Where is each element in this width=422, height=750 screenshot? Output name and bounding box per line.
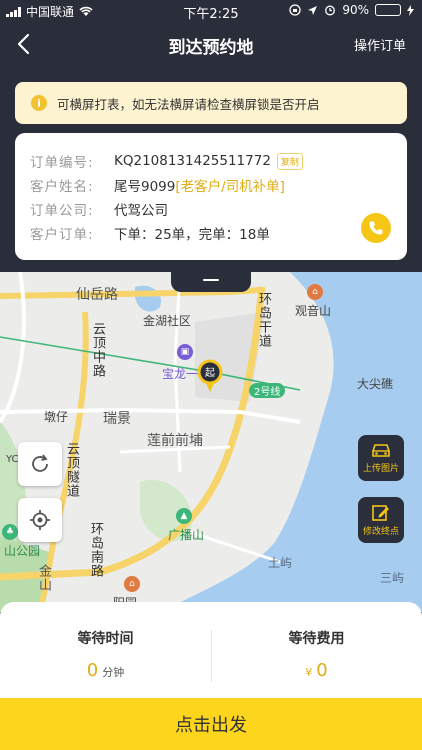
company-row: 订单公司: 代驾公司: [30, 197, 407, 221]
map-label-lianqian: 莲前前埔: [147, 433, 203, 449]
order-number-row: 订单编号: KQ2108131425511772 复制: [30, 149, 407, 173]
order-number-value: KQ2108131425511772: [114, 153, 271, 169]
refresh-button[interactable]: [18, 442, 62, 486]
start-pin-icon[interactable]: 起: [196, 359, 224, 397]
park-poi-icon: ♣: [2, 524, 18, 540]
map-label-guanyinshan: 观音山: [295, 304, 332, 318]
company-label: 订单公司:: [30, 203, 94, 219]
company-value: 代驾公司: [114, 203, 168, 219]
edit-icon: [372, 504, 389, 521]
customer-orders-row: 客户订单: 下单：25单，完单：18单: [30, 221, 407, 245]
sheet-handle[interactable]: [171, 272, 251, 292]
map-label-jinshan: 金山: [36, 564, 51, 592]
status-bar: 中国联通 下午2:25 90%: [0, 0, 422, 22]
upload-photo-label: 上传图片: [362, 463, 399, 474]
mountain-poi-icon: ▲: [176, 508, 192, 524]
charging-icon: [407, 4, 414, 16]
map-label-ruijing: 瑞景: [103, 411, 131, 427]
upload-photo-button[interactable]: 上传图片: [358, 435, 404, 481]
map-label-baolong: 宝龙一: [162, 367, 199, 381]
phone-icon: [369, 221, 383, 235]
depart-button[interactable]: 点击出发: [0, 698, 422, 750]
customer-row: 客户姓名: 尾号9099 [老客户/司机补单]: [30, 173, 407, 197]
mall-poi-icon: ▣: [177, 344, 193, 360]
locate-button[interactable]: [18, 498, 62, 542]
info-icon: i: [31, 95, 47, 111]
battery-percent: 90%: [342, 3, 369, 17]
customer-label: 客户姓名:: [30, 179, 94, 195]
car-icon: [372, 443, 390, 457]
call-button[interactable]: [361, 213, 391, 243]
map-label-yunding-north: 云顶中路: [90, 322, 105, 378]
yuanjiao-poi-icon: ⌂: [124, 576, 140, 592]
map-label-xianyue: 仙岳路: [76, 287, 118, 303]
alarm-icon: [325, 5, 336, 16]
order-info-card: 订单编号: KQ2108131425511772 复制 客户姓名: 尾号9099…: [15, 133, 407, 260]
wait-fee-currency: ¥: [305, 666, 313, 679]
landscape-notice: i 可横屏打表，如无法横屏请检查横屏锁是否开启: [15, 82, 407, 124]
map-label-jinhu: 金湖社区: [143, 314, 192, 328]
map-label-park: 山公园: [4, 544, 41, 558]
operate-order-button[interactable]: 操作订单: [354, 35, 406, 54]
map-label-huandao: 环岛干道: [256, 292, 271, 348]
wait-fee-block: 等待费用 ¥ 0: [211, 602, 422, 681]
refresh-icon: [32, 454, 48, 472]
lake-area: [134, 285, 161, 312]
wait-time-unit: 分钟: [102, 666, 125, 679]
modify-destination-label: 修改终点: [362, 526, 399, 537]
map-view[interactable]: 仙岳路 金湖社区 云顶中路 环岛干道 ⌂ 观音山 ▣ 宝龙一 2号线 大尖礁 墩…: [0, 272, 422, 612]
rotation-lock-icon: [289, 4, 301, 16]
map-label-yc: YC: [6, 454, 19, 465]
map-label-guangboshan: 广播山: [168, 528, 205, 542]
battery-icon: [375, 4, 401, 16]
order-number-label: 订单编号:: [30, 155, 94, 171]
nav-bar: 到达预约地 操作订单: [0, 22, 422, 66]
wait-fee-value: 0: [316, 660, 328, 681]
wait-fee-title: 等待费用: [288, 631, 345, 647]
map-label-tuyu: 土屿: [268, 556, 293, 570]
map-label-huandao-south: 环岛南路: [88, 522, 103, 578]
customer-orders-value: 下单：25单，完单：18单: [114, 227, 270, 243]
map-label-dajianjiao: 大尖礁: [357, 377, 394, 391]
map-label-yunding-tunnel: 云顶隧道: [64, 442, 79, 498]
copy-button[interactable]: 复制: [276, 152, 303, 170]
wait-time-block: 等待时间 0 分钟: [0, 602, 211, 681]
metro-line-badge: 2号线: [249, 383, 286, 398]
wait-time-value: 0: [86, 660, 99, 681]
start-pin-label: 起: [205, 368, 215, 379]
map-label-sanyu: 三屿: [380, 571, 405, 585]
notice-text: 可横屏打表，如无法横屏请检查横屏锁是否开启: [57, 96, 320, 112]
wait-time-title: 等待时间: [77, 631, 134, 647]
modify-destination-button[interactable]: 修改终点: [358, 497, 404, 543]
customer-value: 尾号9099: [114, 179, 176, 195]
locate-icon: [30, 510, 50, 530]
status-right: 90%: [289, 3, 414, 17]
customer-orders-label: 客户订单:: [30, 227, 94, 243]
temple-poi-icon: ⌂: [307, 284, 323, 300]
customer-tag: [老客户/司机补单]: [175, 179, 285, 195]
map-label-duncun: 墩仔: [44, 410, 69, 424]
location-icon: [308, 5, 318, 15]
wait-info-sheet: 等待时间 0 分钟 等待费用 ¥ 0: [0, 602, 422, 698]
